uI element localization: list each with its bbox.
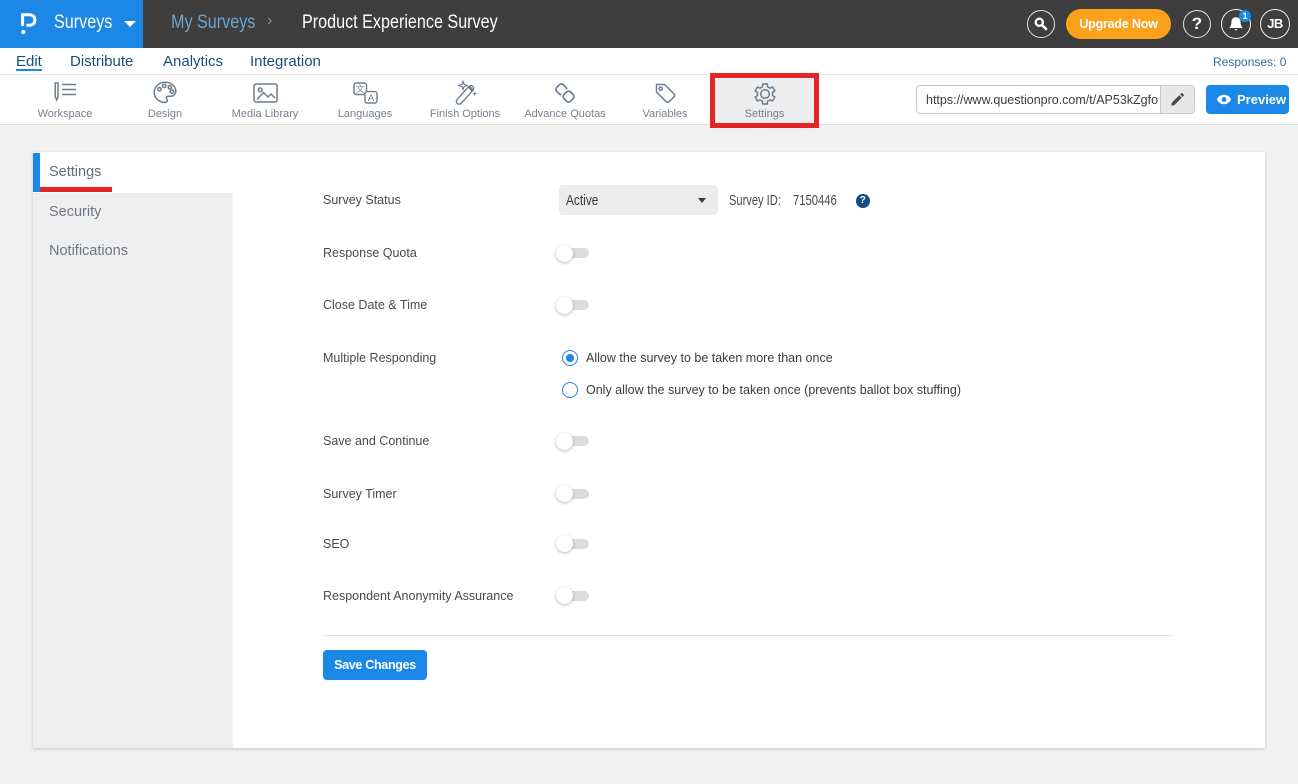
svg-text:A: A (368, 93, 375, 104)
svg-text:文: 文 (356, 84, 365, 94)
